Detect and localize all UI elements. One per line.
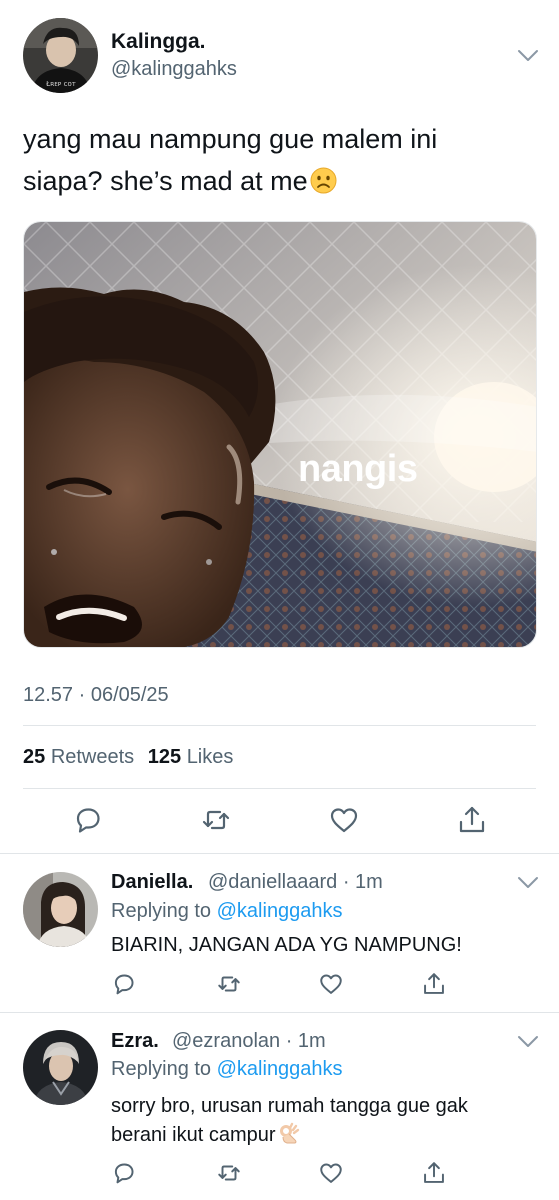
replying-to: Replying to @kalinggahks bbox=[111, 900, 343, 923]
tweet-text: yang mau nampung gue malem ini siapa? sh… bbox=[23, 118, 523, 202]
tweet-text-line-1: yang mau nampung gue malem ini bbox=[23, 124, 438, 154]
reply-text-line-2-text: berani ikut campur bbox=[111, 1124, 276, 1146]
reply-avatar[interactable] bbox=[23, 872, 98, 947]
divider bbox=[23, 725, 536, 726]
reply-author-handle[interactable]: @daniellaaard · 1m bbox=[208, 871, 383, 894]
chevron-down-icon[interactable] bbox=[517, 1035, 539, 1049]
divider bbox=[0, 853, 559, 854]
tweet-media-image[interactable]: nangis bbox=[23, 221, 537, 648]
chevron-down-icon[interactable] bbox=[517, 876, 539, 890]
reply-text: BIARIN, JANGAN ADA YG NAMPUNG! bbox=[111, 934, 462, 956]
like-label[interactable]: Likes bbox=[187, 746, 234, 768]
tweet-timestamp[interactable]: 12.57 · 06/05/25 bbox=[23, 684, 169, 707]
tweet-text-line-2-text: siapa? she’s mad at me bbox=[23, 166, 308, 196]
reply-text-line-1: sorry bro, urusan rumah tangga gue gak bbox=[111, 1095, 468, 1117]
retweet-icon[interactable] bbox=[200, 804, 232, 836]
author-name[interactable]: Kalingga. bbox=[111, 30, 206, 54]
share-icon[interactable] bbox=[421, 1160, 447, 1186]
retweet-count[interactable]: 25 bbox=[23, 746, 45, 768]
reply-icon[interactable] bbox=[111, 971, 137, 997]
share-icon[interactable] bbox=[421, 971, 447, 997]
replying-to-prefix: Replying to bbox=[111, 1058, 212, 1080]
media-caption: nangis bbox=[298, 448, 418, 490]
author-handle[interactable]: @kalinggahks bbox=[111, 58, 237, 81]
like-icon[interactable] bbox=[318, 1160, 344, 1186]
replying-to-link[interactable]: @kalinggahks bbox=[217, 900, 343, 922]
chevron-down-icon[interactable] bbox=[517, 49, 539, 63]
like-icon[interactable] bbox=[318, 971, 344, 997]
divider bbox=[0, 1012, 559, 1013]
share-icon[interactable] bbox=[456, 804, 488, 836]
reply-author-name[interactable]: Daniella. bbox=[111, 871, 193, 894]
like-count[interactable]: 125 bbox=[148, 746, 181, 768]
svg-text:Łʀᴇᴘ ᴄᴏᴛ: Łʀᴇᴘ ᴄᴏᴛ bbox=[45, 80, 76, 88]
retweet-label[interactable]: Retweets bbox=[51, 746, 134, 768]
retweet-icon[interactable] bbox=[216, 971, 242, 997]
reply-text: sorry bro, urusan rumah tangga gue gak b… bbox=[111, 1092, 531, 1150]
reply-author-name[interactable]: Ezra. bbox=[111, 1030, 159, 1053]
tweet-text-line-2: siapa? she’s mad at me bbox=[23, 160, 523, 202]
replying-to-link[interactable]: @kalinggahks bbox=[217, 1058, 343, 1080]
tweet-stats: 25 Retweets 125 Likes bbox=[23, 746, 233, 769]
reply-author-handle[interactable]: @ezranolan · 1m bbox=[172, 1030, 326, 1053]
replying-to: Replying to @kalinggahks bbox=[111, 1058, 343, 1081]
divider bbox=[23, 788, 536, 789]
replying-to-prefix: Replying to bbox=[111, 900, 212, 922]
reply-icon[interactable] bbox=[72, 804, 104, 836]
frowning-face-icon bbox=[310, 164, 337, 194]
reply-avatar[interactable] bbox=[23, 1030, 98, 1105]
ok-hand-icon bbox=[278, 1122, 300, 1144]
like-icon[interactable] bbox=[328, 804, 360, 836]
reply-text-line-2: berani ikut campur bbox=[111, 1121, 531, 1150]
retweet-icon[interactable] bbox=[216, 1160, 242, 1186]
author-avatar[interactable]: Łʀᴇᴘ ᴄᴏᴛ bbox=[23, 18, 98, 93]
reply-icon[interactable] bbox=[111, 1160, 137, 1186]
